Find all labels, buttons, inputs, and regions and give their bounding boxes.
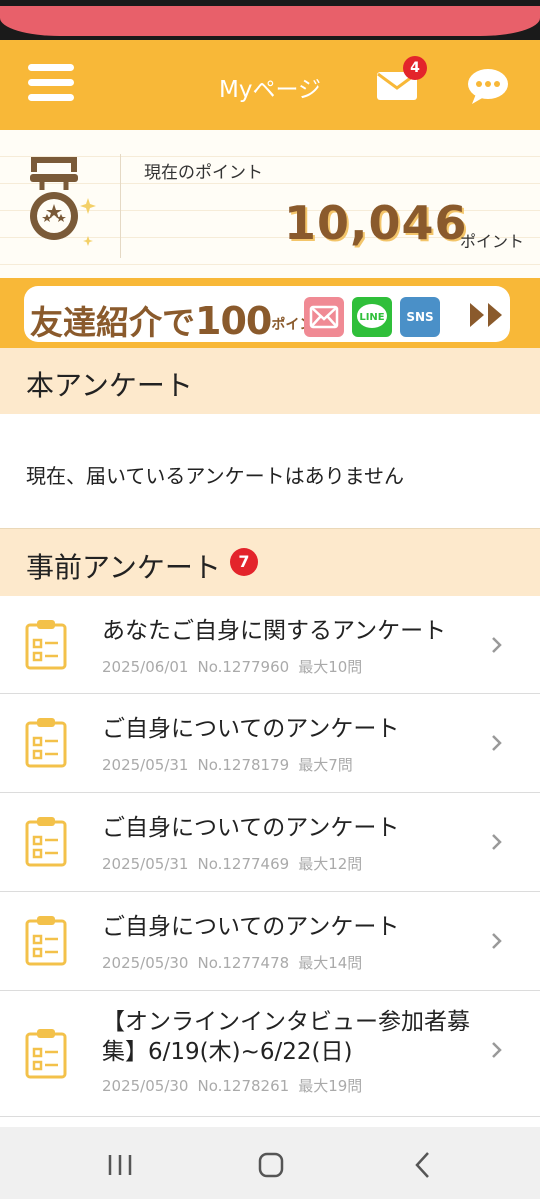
points-unit: ポイント (460, 232, 525, 251)
survey-title: あなたご自身に関するアンケート (102, 618, 447, 644)
invite-friends-button[interactable]: 友達紹介で100ポイント LINE SNS (24, 286, 510, 343)
pre-survey-count-badge: 7 (230, 548, 258, 576)
survey-list: あなたご自身に関するアンケート 2025/06/01 No.1277960 最大10… (0, 596, 540, 1117)
pre-survey-title: 事前アンケート (26, 551, 221, 584)
system-nav-bar (0, 1127, 540, 1199)
clipboard-icon (24, 914, 68, 966)
medal-icon (18, 156, 98, 256)
line-share-icon[interactable]: LINE (352, 297, 392, 337)
clipboard-icon (24, 716, 68, 768)
chevron-right-icon (490, 833, 504, 851)
survey-meta: 2025/05/31 No.1277469 最大12問 (102, 855, 363, 873)
double-arrow-icon (470, 303, 506, 327)
app-header: Myページ 4 (0, 40, 540, 130)
survey-meta: 2025/06/01 No.1277960 最大10問 (102, 658, 363, 676)
page-title: Myページ (219, 77, 321, 103)
status-bar (0, 0, 540, 40)
mail-share-icon[interactable] (304, 297, 344, 337)
survey-item[interactable]: 【オンラインインタビュー参加者募集】6/19(木)~6/22(日) 2025/0… (0, 991, 540, 1117)
chevron-right-icon (490, 1041, 504, 1059)
svg-text:LINE: LINE (359, 312, 384, 323)
invite-text: 友達紹介で100ポイント (30, 299, 328, 343)
chat-bubble-icon[interactable] (466, 66, 510, 106)
survey-meta: 2025/05/30 No.1278261 最大19問 (102, 1077, 363, 1095)
points-panel: 現在のポイント 10,046 ポイント (0, 130, 540, 278)
invite-banner: 友達紹介で100ポイント LINE SNS (0, 278, 540, 348)
clipboard-icon (24, 618, 68, 670)
survey-meta: 2025/05/30 No.1277478 最大14問 (102, 954, 363, 972)
mail-count-badge: 4 (403, 56, 427, 80)
main-survey-title: 本アンケート (26, 369, 193, 402)
survey-title: ご自身についてのアンケート (102, 815, 400, 841)
survey-meta: 2025/05/31 No.1278179 最大7問 (102, 756, 353, 774)
chevron-right-icon (490, 734, 504, 752)
survey-title: ご自身についてのアンケート (102, 914, 400, 940)
survey-title: ご自身についてのアンケート (102, 716, 400, 742)
survey-item[interactable]: あなたご自身に関するアンケート 2025/06/01 No.1277960 最大10… (0, 596, 540, 694)
points-label: 現在のポイント (144, 163, 263, 183)
empty-message: 現在、届いているアンケートはありません (26, 464, 404, 488)
clipboard-icon (24, 815, 68, 867)
hamburger-icon[interactable] (28, 64, 74, 104)
survey-item[interactable]: ご自身についてのアンケート 2025/05/31 No.1278179 最大7問 (0, 694, 540, 793)
pre-survey-header: 事前アンケート 7 (0, 528, 540, 596)
chevron-right-icon (490, 932, 504, 950)
redaction-scribble (0, 6, 540, 36)
divider (120, 154, 121, 258)
recent-apps-icon[interactable] (100, 1149, 140, 1181)
survey-item[interactable]: ご自身についてのアンケート 2025/05/30 No.1277478 最大14問 (0, 892, 540, 991)
home-icon[interactable] (251, 1149, 291, 1181)
main-survey-header: 本アンケート (0, 348, 540, 414)
survey-title: 【オンラインインタビュー参加者募集】6/19(木)~6/22(日) (102, 1009, 470, 1065)
points-value: 10,046 (284, 196, 468, 250)
survey-item[interactable]: ご自身についてのアンケート 2025/05/31 No.1277469 最大12問 (0, 793, 540, 892)
back-icon[interactable] (404, 1149, 444, 1181)
chevron-right-icon (490, 636, 504, 654)
sns-share-icon[interactable]: SNS (400, 297, 440, 337)
clipboard-icon (24, 1027, 68, 1079)
